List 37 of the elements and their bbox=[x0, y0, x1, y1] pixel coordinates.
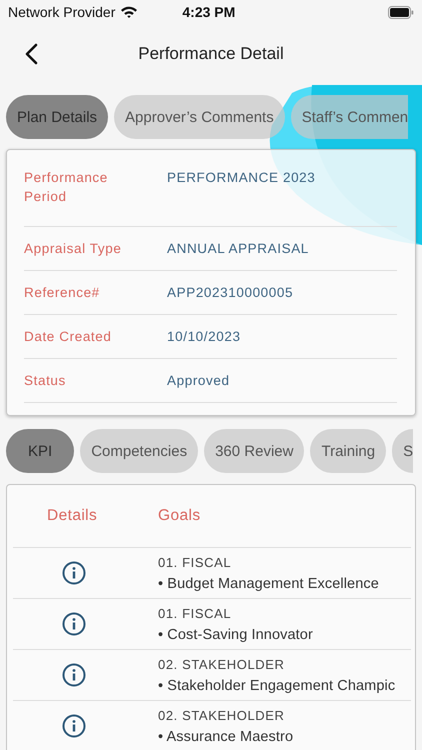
goal-category: 02. STAKEHOLDER bbox=[158, 656, 285, 672]
info-icon[interactable] bbox=[62, 561, 86, 585]
tab[interactable]: S bbox=[392, 429, 414, 473]
tab[interactable]: 360 Review bbox=[204, 429, 304, 473]
page-title: Performance Detail bbox=[138, 44, 284, 63]
goal-name: • Cost-Saving Innovator bbox=[158, 626, 313, 642]
clock-time: 4:23 PM bbox=[182, 4, 236, 20]
column-header: Details bbox=[46, 507, 98, 525]
goal-name: • Stakeholder Engagement Champic bbox=[158, 678, 396, 694]
goal-category: 01. FISCAL bbox=[158, 554, 232, 570]
tab[interactable]: Plan Details bbox=[6, 95, 108, 139]
tab[interactable]: Competencies bbox=[80, 429, 198, 473]
field-value: APP202310000005 bbox=[167, 284, 294, 302]
field-value: PERFORMANCE 2023 bbox=[167, 169, 316, 187]
field-value: ANNUAL APPRAISAL bbox=[167, 240, 310, 258]
info-icon[interactable] bbox=[62, 663, 86, 687]
goal-category: 01. FISCAL bbox=[158, 606, 232, 620]
tab[interactable]: Training bbox=[310, 429, 386, 473]
carrier-name: Network Provider bbox=[8, 4, 116, 20]
tab[interactable]: Approver’s Comments bbox=[114, 95, 285, 139]
goal-name: • Budget Management Excellence bbox=[158, 576, 379, 592]
field-label: Reference# bbox=[24, 284, 101, 302]
field-label: Status bbox=[24, 372, 67, 390]
tab[interactable]: KPI bbox=[6, 429, 74, 473]
field-value: Approved bbox=[167, 372, 231, 390]
battery-icon bbox=[388, 6, 414, 18]
tab[interactable]: Staff’s Commen bbox=[290, 95, 408, 139]
field-label: Appraisal Type bbox=[24, 240, 122, 258]
goal-name: • Assurance Maestro bbox=[158, 728, 294, 744]
field-label: Performance Period bbox=[24, 169, 109, 206]
info-icon[interactable] bbox=[62, 612, 86, 636]
field-value: 10/10/2023 bbox=[167, 328, 242, 346]
field-label: Date Created bbox=[24, 328, 112, 346]
goal-category: 02. STAKEHOLDER bbox=[158, 708, 285, 722]
wifi-icon bbox=[120, 5, 138, 19]
column-header: Goals bbox=[158, 507, 202, 525]
info-icon[interactable] bbox=[62, 714, 86, 738]
